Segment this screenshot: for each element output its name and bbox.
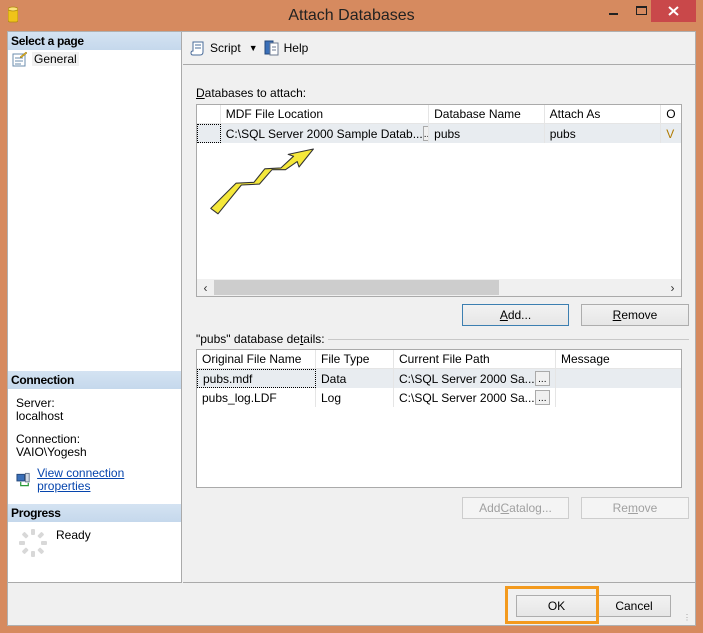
message-cell (556, 388, 681, 407)
connection-value: VAIO\Yogesh (16, 445, 87, 459)
column-header-current-file-path[interactable]: Current File Path (394, 350, 556, 368)
column-header-selector (197, 105, 221, 123)
main-panel: Databases to attach: MDF File Location D… (183, 66, 695, 583)
close-icon (668, 6, 679, 16)
add-catalog-button[interactable]: Add Catalog... (462, 497, 569, 519)
scroll-right-icon[interactable]: › (664, 281, 681, 295)
databases-to-attach-label: Databases to attach: (196, 86, 307, 100)
column-header-file-type[interactable]: File Type (316, 350, 394, 368)
title-bar: Attach Databases (0, 0, 703, 31)
minimize-button[interactable] (601, 0, 627, 22)
progress-section: Progress Ready (8, 504, 181, 564)
details-separator (328, 339, 689, 340)
attach-as-cell[interactable]: pubs (545, 124, 662, 143)
column-header-original-file-name[interactable]: Original File Name (197, 350, 316, 368)
add-button[interactable]: Add... (462, 304, 569, 326)
file-type-cell[interactable]: Data (316, 369, 394, 388)
column-header-owner[interactable]: O (661, 105, 681, 123)
general-page-icon (12, 51, 28, 67)
resize-grip-icon[interactable]: ⋮ (683, 613, 693, 623)
databases-grid-header: MDF File Location Database Name Attach A… (197, 105, 681, 124)
original-file-name-cell[interactable]: pubs.mdf (197, 369, 316, 388)
page-item-general[interactable]: General (8, 50, 181, 68)
maximize-icon (635, 6, 647, 15)
details-grid-header: Original File Name File Type Current Fil… (197, 350, 681, 369)
column-header-attach-as[interactable]: Attach As (545, 105, 662, 123)
script-icon (190, 41, 204, 56)
script-dropdown-arrow-icon[interactable]: ▼ (249, 43, 258, 53)
progress-status: Ready (56, 528, 91, 542)
browse-path-button[interactable]: ... (534, 390, 550, 405)
progress-spinner-icon (19, 529, 47, 557)
original-file-name-cell[interactable]: pubs_log.LDF (197, 388, 316, 407)
current-file-path-cell[interactable]: C:\SQL Server 2000 Sa... ... (394, 369, 556, 388)
annotation-arrow-icon (210, 148, 314, 215)
scroll-track[interactable] (214, 280, 664, 295)
remove-file-button[interactable]: Re m ove (581, 497, 689, 519)
database-details-grid: Original File Name File Type Current Fil… (196, 349, 682, 488)
close-button[interactable] (651, 0, 696, 22)
toolbar: Script ▼ Help (183, 32, 695, 65)
row-selector[interactable] (197, 124, 221, 143)
database-details-label: "pubs" database details: (196, 332, 325, 346)
connection-header: Connection (8, 371, 181, 389)
column-header-message[interactable]: Message (556, 350, 681, 368)
connection-section: Connection Server: localhost Connection:… (8, 371, 181, 501)
current-file-path-cell[interactable]: C:\SQL Server 2000 Sa... ... (394, 388, 556, 407)
help-button[interactable]: Help (264, 40, 309, 56)
page-item-label: General (32, 52, 79, 66)
left-pane: Select a page General Connection Server:… (8, 32, 182, 583)
file-type-cell[interactable]: Log (316, 388, 394, 407)
column-header-mdf-location[interactable]: MDF File Location (221, 105, 430, 123)
dialog-client: Select a page General Connection Server:… (7, 31, 696, 626)
select-page-header: Select a page (8, 32, 181, 50)
view-connection-properties-link[interactable]: View connection properties (37, 467, 173, 493)
databases-grid: MDF File Location Database Name Attach A… (196, 104, 682, 297)
ok-button-highlight (505, 586, 599, 624)
database-name-cell[interactable]: pubs (429, 124, 545, 143)
cancel-button[interactable]: Cancel (597, 595, 671, 617)
message-cell (556, 369, 681, 388)
remove-database-button[interactable]: Remove (581, 304, 689, 326)
databases-grid-hscrollbar[interactable]: ‹ › (197, 279, 681, 296)
table-row[interactable]: pubs.mdf Data C:\SQL Server 2000 Sa... .… (197, 369, 681, 388)
table-row[interactable]: C:\SQL Server 2000 Sample Datab... ... p… (197, 124, 681, 143)
browse-path-button[interactable]: ... (534, 371, 550, 386)
script-label: Script (210, 41, 241, 55)
connection-properties-icon (16, 472, 30, 487)
owner-cell[interactable]: V (661, 124, 681, 143)
scroll-thumb[interactable] (214, 280, 499, 295)
server-value: localhost (16, 409, 64, 423)
help-label: Help (283, 41, 309, 55)
progress-header: Progress (8, 504, 181, 522)
mdf-location-cell[interactable]: C:\SQL Server 2000 Sample Datab... ... (221, 124, 430, 143)
column-header-database-name[interactable]: Database Name (429, 105, 545, 123)
scroll-left-icon[interactable]: ‹ (197, 281, 214, 295)
table-row[interactable]: pubs_log.LDF Log C:\SQL Server 2000 Sa..… (197, 388, 681, 407)
help-icon (264, 40, 279, 56)
minimize-icon (609, 13, 618, 15)
script-button[interactable]: Script ▼ (190, 40, 258, 56)
window-title: Attach Databases (288, 7, 415, 24)
